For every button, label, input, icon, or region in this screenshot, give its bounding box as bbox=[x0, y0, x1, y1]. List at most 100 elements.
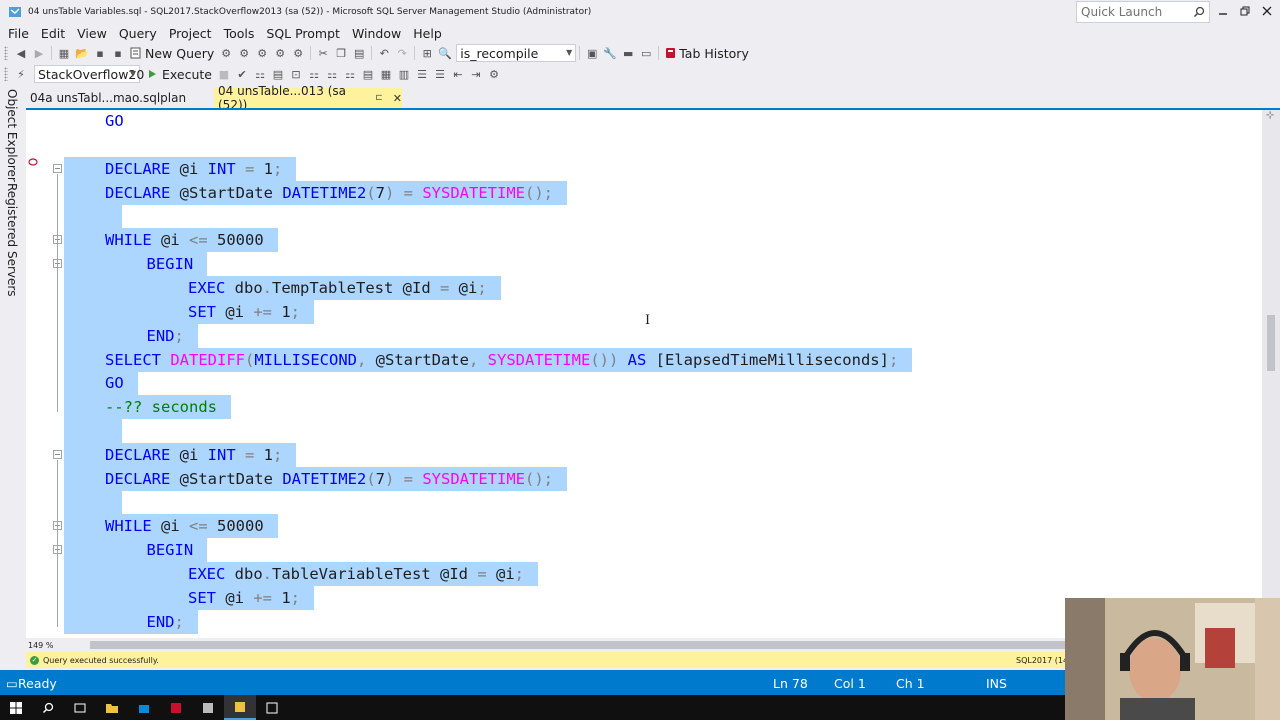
menu-window[interactable]: Window bbox=[346, 26, 407, 41]
code-line[interactable]: DECLARE @i INT = 1; bbox=[64, 442, 297, 467]
code-line[interactable]: DECLARE @StartDate DATETIME2(7) = SYSDAT… bbox=[64, 466, 567, 491]
code-line[interactable] bbox=[64, 204, 122, 229]
query-db-engine-icon[interactable]: ⚙ bbox=[219, 46, 233, 60]
ssms-taskbar-button[interactable] bbox=[224, 695, 256, 720]
uncomment-icon[interactable]: ☰ bbox=[433, 67, 447, 81]
start-button[interactable] bbox=[0, 695, 32, 720]
code-line[interactable]: EXEC dbo. TempTableTest @Id = @i; bbox=[64, 275, 501, 300]
parse-checkmark-icon[interactable]: ✔ bbox=[235, 67, 249, 81]
find-icon[interactable]: 🔍 bbox=[438, 46, 452, 60]
menu-help[interactable]: Help bbox=[407, 26, 448, 41]
menu-tools[interactable]: Tools bbox=[218, 26, 261, 41]
search-taskbar-button[interactable] bbox=[32, 695, 64, 720]
properties-icon[interactable]: ▣ bbox=[585, 46, 599, 60]
stop-icon[interactable]: ■ bbox=[217, 67, 231, 81]
search-combo[interactable]: is_recompile ▼ bbox=[456, 44, 577, 62]
code-line[interactable]: END; bbox=[64, 323, 198, 348]
query-dmx-icon[interactable]: ⚙ bbox=[273, 46, 287, 60]
zoom-level[interactable]: 149 % bbox=[28, 641, 53, 650]
specify-values-icon[interactable]: ⚙ bbox=[487, 67, 501, 81]
minimize-button[interactable] bbox=[1212, 2, 1234, 20]
code-line[interactable]: BEGIN bbox=[64, 538, 208, 563]
client-stats-icon[interactable]: ⚏ bbox=[343, 67, 357, 81]
menu-edit[interactable]: Edit bbox=[35, 26, 71, 41]
menu-query[interactable]: Query bbox=[113, 26, 163, 41]
code-line[interactable]: WHILE @i <= 50000 bbox=[64, 228, 278, 253]
forward-icon[interactable]: ▶ bbox=[32, 46, 46, 60]
toolbox-icon[interactable]: ▬ bbox=[621, 46, 635, 60]
tab-sql-query[interactable]: 04 unsTable...013 (sa (52)) ⊏ ✕ bbox=[214, 84, 402, 112]
code-line[interactable]: SET @i += 1; bbox=[64, 299, 315, 324]
new-query-button[interactable]: New Query bbox=[130, 46, 214, 61]
menu-project[interactable]: Project bbox=[163, 26, 218, 41]
undo-icon[interactable]: ↶ bbox=[377, 46, 391, 60]
app-gray-button[interactable] bbox=[192, 695, 224, 720]
increase-indent-icon[interactable]: ⇥ bbox=[469, 67, 483, 81]
code-line[interactable]: --?? seconds bbox=[64, 395, 231, 420]
code-line[interactable] bbox=[64, 490, 122, 515]
code-line[interactable]: WHILE @i <= 50000 bbox=[64, 514, 278, 539]
collapse-toggle-icon[interactable]: − bbox=[53, 163, 62, 173]
wrench-icon[interactable]: 🔧 bbox=[603, 46, 617, 60]
task-view-button[interactable] bbox=[64, 695, 96, 720]
app-window-button[interactable] bbox=[256, 695, 288, 720]
code-line[interactable]: GO bbox=[105, 110, 124, 133]
scroll-thumb[interactable] bbox=[1267, 315, 1275, 371]
code-line[interactable]: BEGIN bbox=[64, 252, 208, 277]
code-line[interactable]: SELECT DATEDIFF(MILLISECOND, @StartDate,… bbox=[64, 347, 913, 372]
code-line[interactable] bbox=[64, 419, 122, 444]
tab-execution-plan[interactable]: 04a unsTabl...mao.sqlplan bbox=[26, 88, 206, 108]
paste-icon[interactable]: ▤ bbox=[352, 46, 366, 60]
code-line[interactable]: DECLARE @i INT = 1; bbox=[64, 156, 297, 181]
restore-button[interactable] bbox=[1234, 2, 1256, 20]
pin-icon[interactable]: ⊏ bbox=[375, 93, 383, 103]
execute-button[interactable]: Execute bbox=[148, 67, 212, 82]
object-explorer-tab[interactable]: Object Explorer bbox=[5, 89, 19, 182]
store-button[interactable] bbox=[128, 695, 160, 720]
toolbar-grip[interactable] bbox=[4, 67, 8, 81]
code-line[interactable]: END; bbox=[64, 609, 198, 634]
code-line[interactable]: SET @i += 1; bbox=[64, 586, 315, 610]
query-analysis-icon[interactable]: ⚙ bbox=[237, 46, 251, 60]
copy-icon[interactable]: ❐ bbox=[334, 46, 348, 60]
live-stats-icon[interactable]: ⚏ bbox=[325, 67, 339, 81]
results-text-icon[interactable]: ▤ bbox=[361, 67, 375, 81]
window-layout-icon[interactable]: ▭ bbox=[639, 46, 653, 60]
save-icon[interactable]: ▪ bbox=[93, 46, 107, 60]
tab-history-button[interactable]: Tab History bbox=[665, 46, 749, 61]
new-project-icon[interactable]: ▦ bbox=[57, 46, 71, 60]
vertical-scrollbar[interactable]: ⊹ bbox=[1262, 110, 1280, 638]
query-xmla-icon[interactable]: ⚙ bbox=[291, 46, 305, 60]
results-file-icon[interactable]: ▥ bbox=[397, 67, 411, 81]
collapse-toggle-icon[interactable]: − bbox=[53, 449, 62, 459]
quick-launch-input[interactable]: Quick Launch bbox=[1076, 1, 1210, 23]
code-line[interactable]: EXEC dbo. TableVariableTest @Id = @i; bbox=[64, 562, 539, 587]
code-line[interactable]: GO bbox=[64, 371, 138, 396]
file-explorer-button[interactable] bbox=[96, 695, 128, 720]
registered-servers-tab[interactable]: Registered Servers bbox=[5, 183, 19, 297]
redo-icon[interactable]: ↷ bbox=[395, 46, 409, 60]
results-icon[interactable]: ⊡ bbox=[289, 67, 303, 81]
query-designer-icon[interactable]: ▤ bbox=[271, 67, 285, 81]
menu-view[interactable]: View bbox=[71, 26, 113, 41]
database-combo[interactable]: StackOverflow20 ▼ bbox=[34, 65, 144, 83]
save-all-icon[interactable]: ▪ bbox=[111, 46, 125, 60]
close-tab-icon[interactable]: ✕ bbox=[393, 92, 402, 105]
include-plan-icon[interactable]: ⚏ bbox=[307, 67, 321, 81]
cut-icon[interactable]: ✂ bbox=[316, 46, 330, 60]
menu-sql-prompt[interactable]: SQL Prompt bbox=[260, 26, 346, 41]
results-grid-icon[interactable]: ▦ bbox=[379, 67, 393, 81]
toolbar-grip[interactable] bbox=[4, 46, 8, 60]
split-icon[interactable]: ⊹ bbox=[1266, 110, 1274, 121]
comment-icon[interactable]: ☰ bbox=[415, 67, 429, 81]
change-connection-icon[interactable]: ⚡ bbox=[14, 67, 28, 81]
query-mdx-icon[interactable]: ⚙ bbox=[255, 46, 269, 60]
app-red-button[interactable] bbox=[160, 695, 192, 720]
display-plan-icon[interactable]: ⚏ bbox=[253, 67, 267, 81]
decrease-indent-icon[interactable]: ⇤ bbox=[451, 67, 465, 81]
menu-file[interactable]: File bbox=[2, 26, 35, 41]
database-icon[interactable]: ⊞ bbox=[420, 46, 434, 60]
sql-editor[interactable]: GO DECLARE @i INT = 1; DECLARE @StartDate … bbox=[26, 110, 1262, 638]
back-icon[interactable]: ◀ bbox=[14, 46, 28, 60]
open-file-icon[interactable]: 📂 bbox=[75, 46, 89, 60]
